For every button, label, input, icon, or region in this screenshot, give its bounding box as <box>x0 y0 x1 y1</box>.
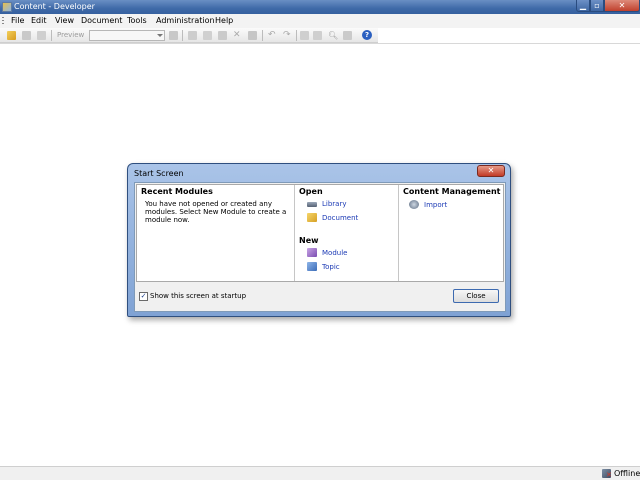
open-document-label[interactable]: Document <box>322 213 358 223</box>
toolbar-separator <box>262 30 263 41</box>
import-label[interactable]: Import <box>424 200 447 210</box>
rename-icon[interactable] <box>248 31 257 40</box>
show-at-startup-label[interactable]: Show this screen at startup <box>150 291 246 302</box>
recent-modules-heading: Recent Modules <box>141 187 213 196</box>
content-management-heading: Content Management <box>403 187 501 196</box>
dialog-body: Recent Modules You have not opened or cr… <box>134 182 506 312</box>
recent-modules-panel: Recent Modules You have not opened or cr… <box>137 185 295 281</box>
delete-icon[interactable]: ✕ <box>233 31 242 40</box>
connection-status: Offline <box>614 469 640 478</box>
indent-icon[interactable] <box>300 31 309 40</box>
open-panel: Open Library Document New Module Topic <box>295 185 399 281</box>
toolbar: Preview ✕ ↶ ↷ 🔍︎ ? <box>0 28 378 43</box>
menu-tools[interactable]: Tools <box>127 15 147 27</box>
new-module-label[interactable]: Module <box>322 248 347 258</box>
app-icon <box>2 2 12 12</box>
topic-icon <box>307 262 317 271</box>
dialog-close-icon[interactable]: ✕ <box>477 165 505 177</box>
maximize-button[interactable]: ▫ <box>590 0 604 12</box>
undo-icon[interactable]: ↶ <box>268 31 277 40</box>
copy-icon[interactable] <box>203 31 212 40</box>
help-icon[interactable]: ? <box>362 30 372 40</box>
print-icon[interactable] <box>37 31 46 40</box>
window-close-button[interactable]: ✕ <box>604 0 640 12</box>
menu-edit[interactable]: Edit <box>31 15 47 27</box>
save-icon[interactable] <box>22 31 31 40</box>
properties-icon[interactable] <box>169 31 178 40</box>
minimize-button[interactable]: ▁ <box>576 0 590 12</box>
redo-icon[interactable]: ↷ <box>283 31 292 40</box>
toolbar-separator <box>51 30 52 41</box>
cut-icon[interactable] <box>188 31 197 40</box>
new-heading: New <box>299 236 319 245</box>
folder-icon <box>307 213 317 222</box>
status-bar: ✕ Offline <box>0 466 640 480</box>
open-library-label[interactable]: Library <box>322 199 346 209</box>
library-icon <box>307 202 317 207</box>
new-topic-label[interactable]: Topic <box>322 262 340 272</box>
show-at-startup-checkbox[interactable]: ✓ <box>139 292 148 301</box>
recent-modules-message: You have not opened or created any modul… <box>145 200 287 224</box>
window-title: Content - Developer <box>14 2 95 11</box>
find-icon[interactable]: 🔍︎ <box>328 31 338 40</box>
menu-grip-icon <box>2 17 4 25</box>
open-heading: Open <box>299 187 323 196</box>
dialog-title: Start Screen <box>134 169 184 178</box>
menu-help[interactable]: Help <box>215 15 233 27</box>
outdent-icon[interactable] <box>313 31 322 40</box>
preview-button[interactable]: Preview <box>57 29 84 42</box>
import-icon <box>409 200 419 209</box>
disconnected-icon: ✕ <box>606 471 612 479</box>
paste-icon[interactable] <box>218 31 227 40</box>
toolbar-combo[interactable] <box>89 30 165 41</box>
content-management-panel: Content Management Import <box>399 185 503 281</box>
spell-check-icon[interactable] <box>343 31 352 40</box>
open-folder-icon[interactable] <box>7 31 16 40</box>
menu-administration[interactable]: Administration <box>156 15 215 27</box>
chevron-down-icon <box>157 34 163 37</box>
toolbar-separator <box>182 30 183 41</box>
menu-document[interactable]: Document <box>81 15 122 27</box>
start-panels: Recent Modules You have not opened or cr… <box>136 184 504 282</box>
start-screen-dialog: Start Screen ✕ Recent Modules You have n… <box>127 163 511 317</box>
menu-view[interactable]: View <box>55 15 74 27</box>
toolbar-separator <box>296 30 297 41</box>
close-button[interactable]: Close <box>453 289 499 303</box>
title-bar: Content - Developer ▁ ▫ ✕ <box>0 0 640 14</box>
menu-file[interactable]: File <box>11 15 24 27</box>
module-icon <box>307 248 317 257</box>
menu-bar: File Edit View Document Tools Administra… <box>0 14 640 28</box>
